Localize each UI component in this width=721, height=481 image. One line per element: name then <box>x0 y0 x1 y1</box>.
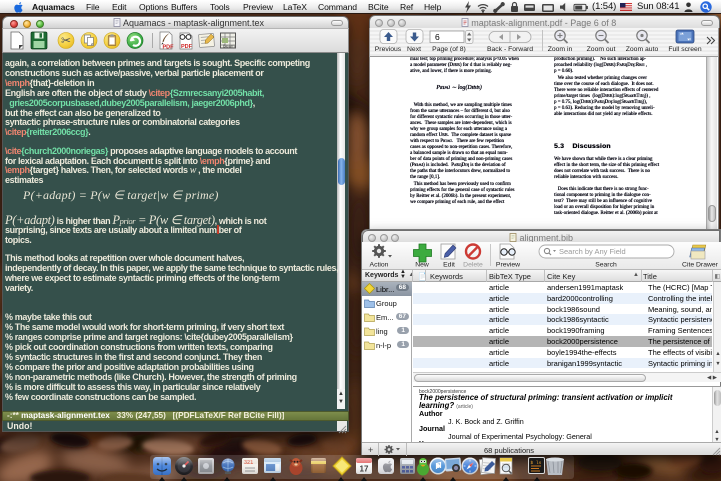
svg-text:Edit: Edit <box>443 262 455 269</box>
svg-text:PDF: PDF <box>163 45 175 51</box>
svg-text:New: New <box>415 262 429 269</box>
svg-text:Preview: Preview <box>496 262 520 269</box>
svg-text:Back - Forward: Back - Forward <box>487 46 533 53</box>
svg-text:Full screen: Full screen <box>668 46 701 53</box>
svg-text:Beam: Beam <box>223 44 235 49</box>
svg-text:PDF: PDF <box>181 44 193 50</box>
svg-text:$ ls: $ ls <box>531 460 542 466</box>
svg-text:Zoom out: Zoom out <box>587 46 616 53</box>
svg-text:Cite Drawer: Cite Drawer <box>682 262 719 269</box>
svg-text:Previous: Previous <box>375 46 402 53</box>
svg-text:Zoom auto: Zoom auto <box>626 46 659 53</box>
svg-text:Zoom in: Zoom in <box>548 46 573 53</box>
svg-text:Next: Next <box>407 46 421 53</box>
svg-text:Search by Any Field: Search by Any Field <box>559 247 626 256</box>
svg-text:Search: Search <box>595 262 617 269</box>
svg-text:6: 6 <box>435 32 440 42</box>
svg-text:✂: ✂ <box>61 34 71 48</box>
svg-text:Page (of 8): Page (of 8) <box>432 46 466 53</box>
svg-text:Delete: Delete <box>463 262 483 269</box>
svg-text:Action: Action <box>370 262 389 269</box>
